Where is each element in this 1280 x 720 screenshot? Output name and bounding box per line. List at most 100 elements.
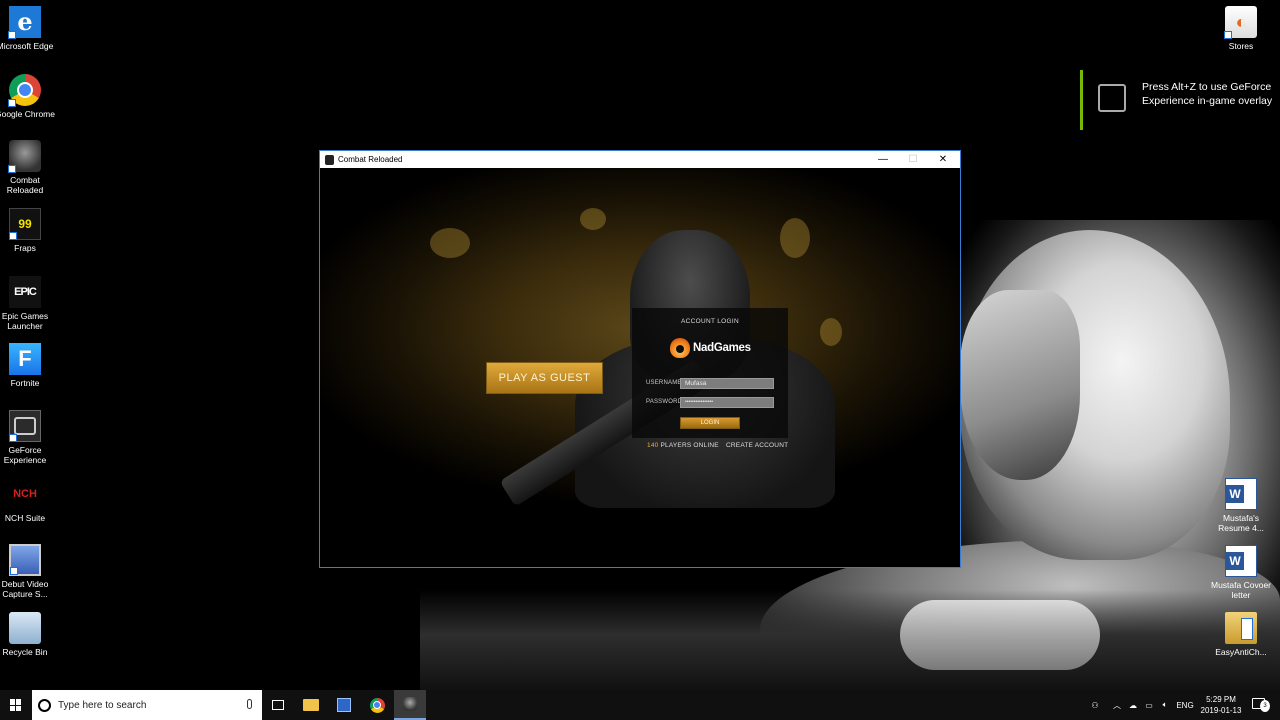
desktop-icon-label: Mustafa Covoer letter	[1211, 580, 1271, 600]
easyanticheat-icon	[1225, 612, 1257, 644]
desktop-icon-stores[interactable]: ◐ Stores	[1208, 6, 1274, 51]
combat-reloaded-icon	[8, 140, 41, 173]
fortnite-icon: F	[9, 343, 41, 375]
desktop-icon-fraps[interactable]: 99 Fraps	[0, 208, 58, 253]
start-button[interactable]	[0, 690, 32, 720]
game-screen: PLAY AS GUEST ACCOUNT LOGIN NadGames USE…	[320, 168, 960, 567]
desktop-icon-epic-games[interactable]: EPIC Epic Games Launcher	[0, 276, 58, 331]
combat-reloaded-icon	[403, 697, 417, 711]
chevron-up-icon[interactable]: ︿	[1110, 690, 1124, 720]
store-icon	[337, 698, 351, 712]
desktop-icon-fortnite[interactable]: F Fortnite	[0, 343, 58, 388]
chrome-taskbar-button[interactable]	[361, 690, 393, 720]
stores-icon: ◐	[1224, 6, 1257, 39]
nch-icon: NCH	[9, 478, 41, 510]
play-as-guest-button[interactable]: PLAY AS GUEST	[486, 362, 603, 394]
paint-splat	[780, 218, 810, 258]
wallpaper-grass	[420, 590, 1280, 690]
combat-reloaded-taskbar-button[interactable]	[394, 690, 426, 720]
search-placeholder: Type here to search	[58, 699, 147, 711]
folder-icon	[303, 699, 319, 711]
word-doc-icon	[1225, 545, 1257, 577]
notification-accent-bar	[1080, 70, 1083, 130]
task-view-icon	[272, 700, 284, 710]
store-button[interactable]	[328, 690, 360, 720]
minimize-button[interactable]: —	[868, 151, 898, 168]
password-field[interactable]: ••••••••••••••••	[680, 397, 774, 408]
desktop-icon-label: Epic Games Launcher	[1, 311, 49, 331]
desktop-icon-nch[interactable]: NCH NCH Suite	[0, 478, 58, 523]
battery-icon[interactable]: ▭	[1142, 690, 1156, 720]
password-label: PASSWORD	[646, 399, 683, 405]
task-view-button[interactable]	[262, 690, 294, 720]
desktop-icon-edge[interactable]: e Microsoft Edge	[0, 6, 58, 51]
notification-badge: 3	[1260, 700, 1270, 712]
clock[interactable]: 5:29 PM 2019-01-13	[1196, 694, 1246, 716]
desktop-icon-geforce[interactable]: GeForce Experience	[0, 410, 58, 465]
taskbar-search-box[interactable]: Type here to search	[32, 690, 262, 720]
window-title: Combat Reloaded	[338, 155, 403, 164]
desktop-icon-recycle-bin[interactable]: Recycle Bin	[0, 612, 58, 657]
geforce-overlay-notification[interactable]: Press Alt+Z to use GeForce Experience in…	[1080, 70, 1280, 130]
geforce-icon	[9, 410, 41, 442]
flame-icon	[670, 338, 690, 358]
edge-icon: e	[8, 6, 41, 39]
debut-icon	[9, 544, 41, 576]
wallpaper-lion-paw	[900, 600, 1100, 670]
people-icon[interactable]: ⚇	[1086, 690, 1104, 720]
login-panel-title: ACCOUNT LOGIN	[681, 318, 739, 325]
clock-date: 2019-01-13	[1200, 706, 1242, 715]
desktop: e Microsoft Edge Google Chrome Combat Re…	[0, 0, 1280, 690]
desktop-icon-label: Debut Video Capture S...	[1, 579, 49, 599]
geforce-icon	[1098, 84, 1126, 112]
desktop-icon-label: Combat Reloaded	[6, 175, 44, 195]
desktop-icon-label: GeForce Experience	[3, 445, 47, 465]
logo-text: NadGames	[693, 342, 751, 354]
desktop-icon-label: NCH Suite	[4, 513, 46, 523]
desktop-icon-label: Google Chrome	[0, 109, 55, 119]
username-field[interactable]: Mufasa	[680, 378, 774, 389]
windows-logo-icon	[10, 699, 22, 711]
paint-splat	[430, 228, 470, 258]
username-label: USERNAME	[646, 380, 682, 386]
taskbar: Type here to search ⚇ ︿ ☁ ▭ 🔈︎ ENG 5:29 …	[0, 690, 1280, 720]
desktop-icon-label: EasyAntiCh...	[1215, 647, 1267, 657]
microphone-icon[interactable]	[247, 699, 252, 709]
desktop-icon-debut[interactable]: Debut Video Capture S...	[0, 544, 58, 599]
window-titlebar[interactable]: Combat Reloaded — ☐ ✕	[320, 151, 960, 168]
search-icon	[38, 698, 51, 712]
notification-text: Press Alt+Z to use GeForce Experience in…	[1142, 81, 1273, 107]
desktop-icon-label: Recycle Bin	[2, 647, 48, 657]
desktop-icon-combat-reloaded[interactable]: Combat Reloaded	[0, 140, 58, 195]
desktop-icon-cover-letter[interactable]: Mustafa Covoer letter	[1208, 545, 1274, 600]
game-window: Combat Reloaded — ☐ ✕ PLAY AS GUEST ACCO…	[319, 150, 961, 568]
players-online: 140 PLAYERS ONLINE	[647, 442, 719, 449]
desktop-icon-label: Fortnite	[10, 378, 40, 388]
paint-splat	[820, 318, 842, 346]
file-explorer-button[interactable]	[295, 690, 327, 720]
language-indicator[interactable]: ENG	[1174, 690, 1196, 720]
maximize-button[interactable]: ☐	[898, 151, 928, 168]
volume-icon[interactable]: 🔈︎	[1158, 690, 1172, 720]
login-panel: ACCOUNT LOGIN NadGames USERNAME Mufasa P…	[632, 308, 788, 438]
word-doc-icon	[1225, 478, 1257, 510]
desktop-icon-easyanticheat[interactable]: EasyAntiCh...	[1208, 612, 1274, 657]
fraps-icon: 99	[9, 208, 41, 240]
clock-time: 5:29 PM	[1206, 695, 1236, 704]
desktop-icon-label: Microsoft Edge	[0, 41, 54, 51]
onedrive-icon[interactable]: ☁	[1126, 690, 1140, 720]
wallpaper-lion-face	[960, 290, 1080, 480]
create-account-link[interactable]: CREATE ACCOUNT	[726, 442, 788, 449]
paint-splat	[580, 208, 606, 230]
close-button[interactable]: ✕	[928, 151, 958, 168]
chrome-icon	[369, 697, 385, 713]
players-online-count: 140	[647, 442, 659, 449]
players-online-label: PLAYERS ONLINE	[660, 442, 719, 449]
desktop-icon-chrome[interactable]: Google Chrome	[0, 74, 58, 119]
app-icon	[325, 154, 334, 165]
login-button[interactable]: LOGIN	[680, 417, 740, 429]
desktop-icon-label: Fraps	[14, 243, 36, 253]
desktop-icon-resume[interactable]: Mustafa's Resume 4...	[1208, 478, 1274, 533]
epic-games-icon: EPIC	[9, 276, 41, 308]
desktop-icon-label: Mustafa's Resume 4...	[1218, 513, 1264, 533]
